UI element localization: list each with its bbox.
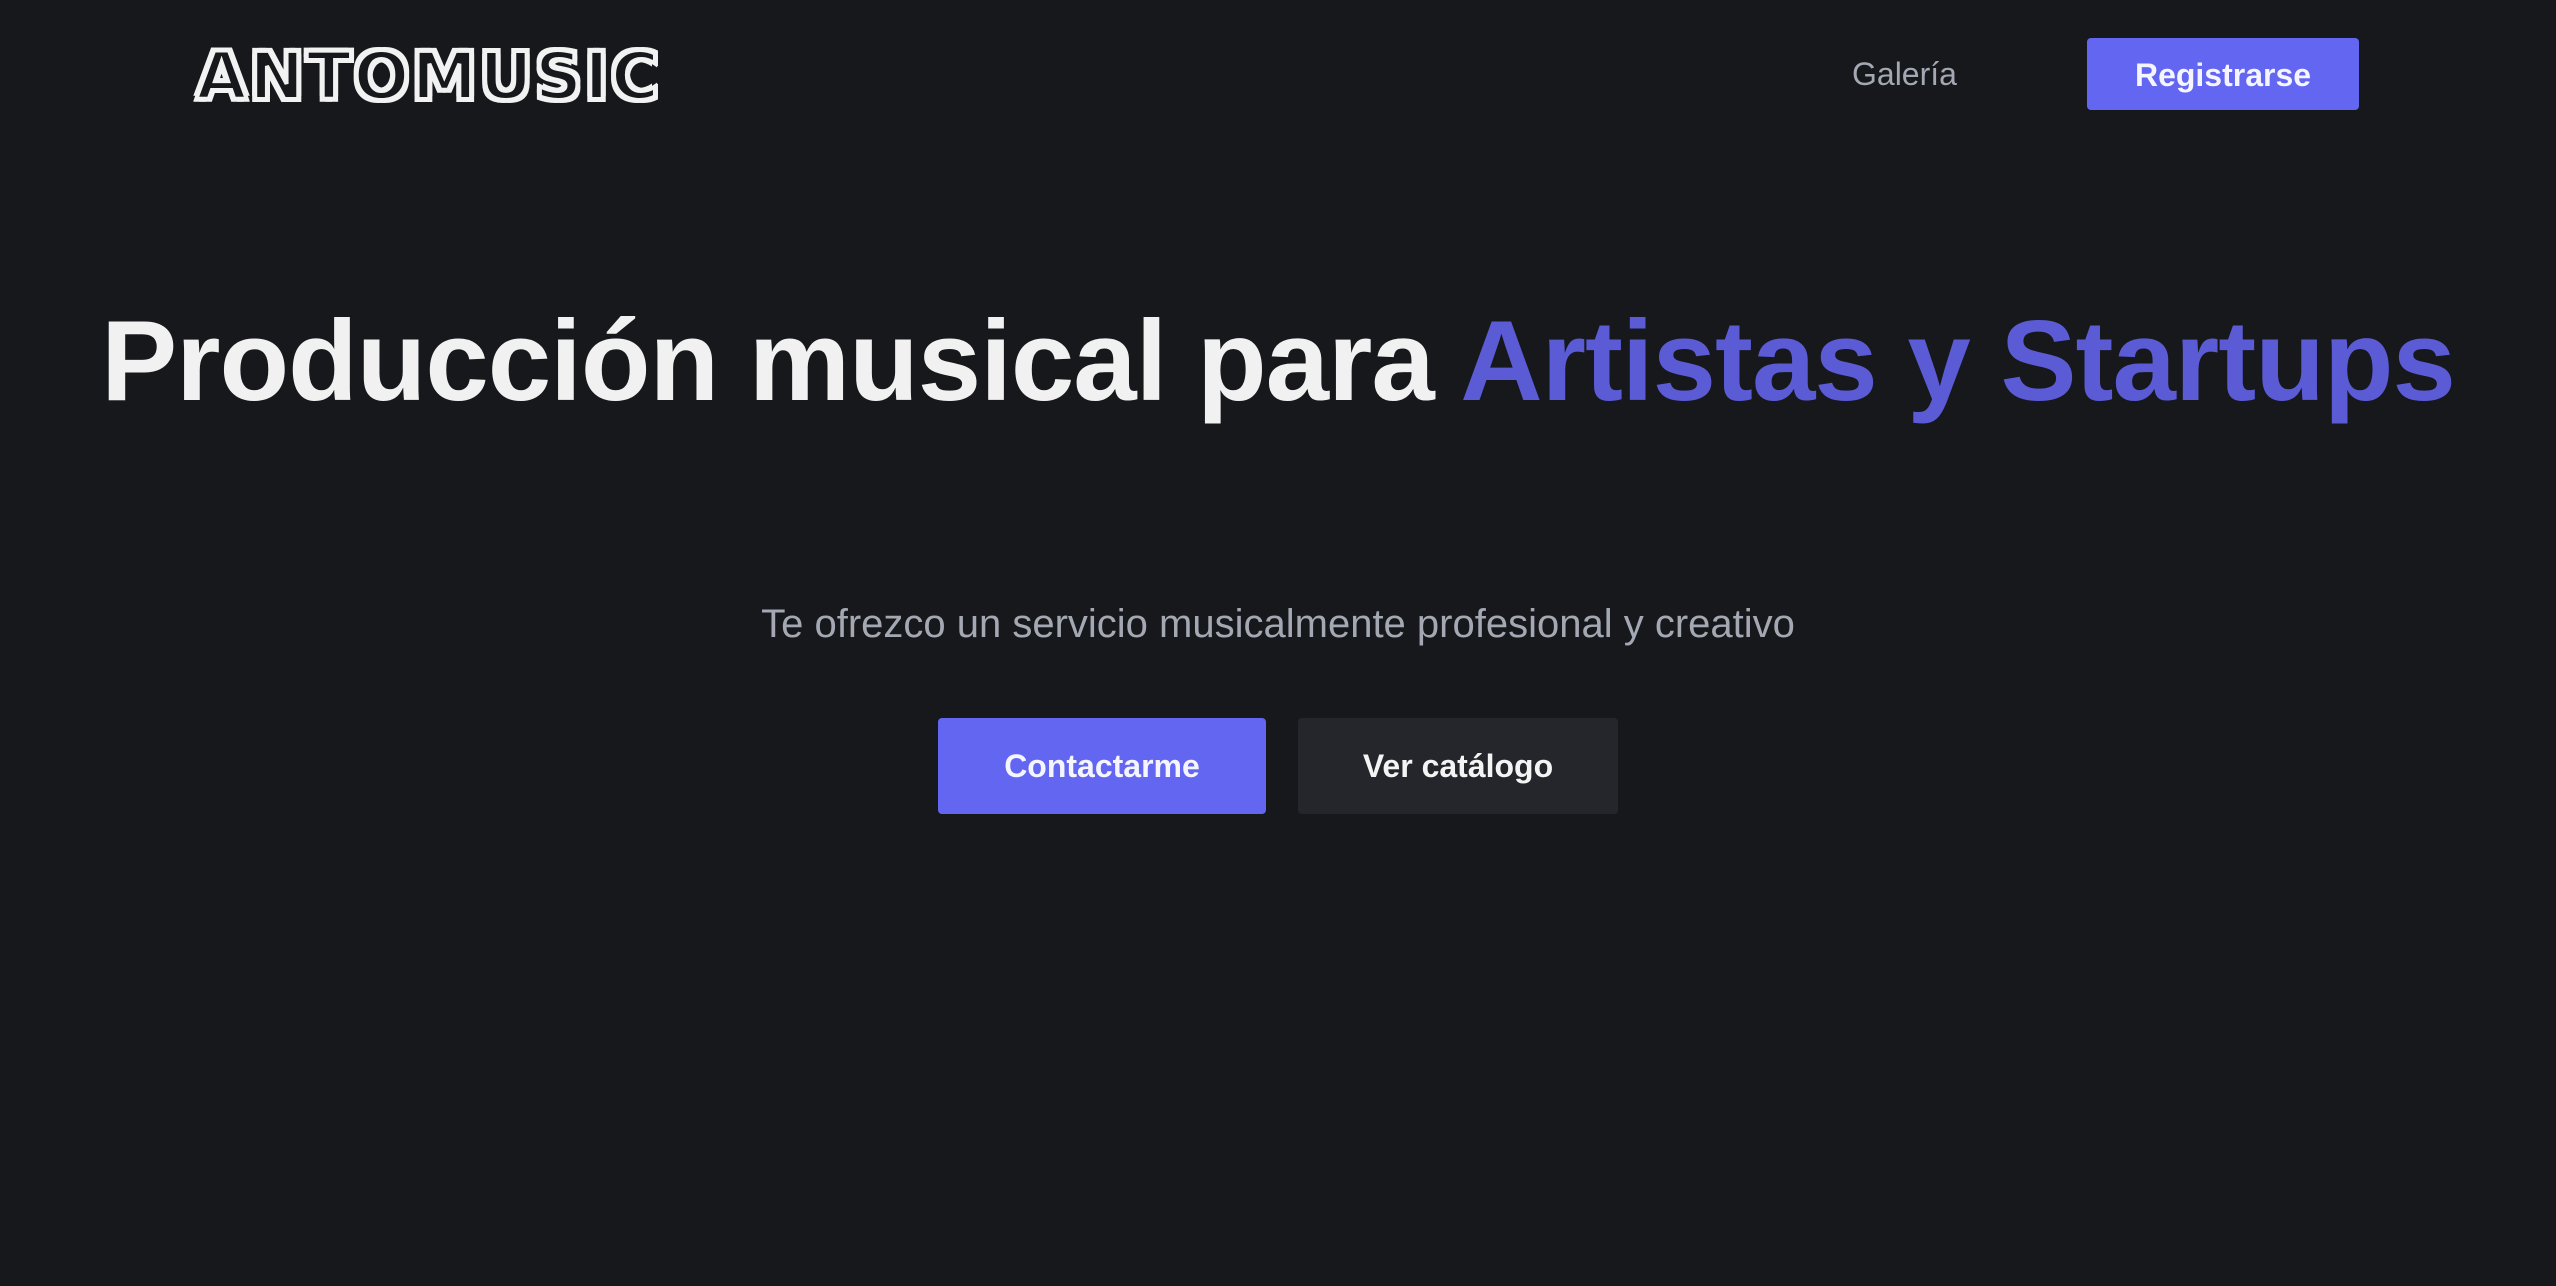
register-button[interactable]: Registrarse	[2087, 38, 2359, 110]
page: ANTOMUSIC Galería Registrarse Producción…	[0, 0, 2556, 1286]
site-logo[interactable]: ANTOMUSIC	[194, 40, 661, 114]
hero-subtitle: Te ofrezco un servicio musicalmente prof…	[761, 602, 1795, 646]
contact-button[interactable]: Contactarme	[938, 718, 1266, 814]
hero-actions: Contactarme Ver catálogo	[938, 718, 1618, 814]
hero-title-main: Producción musical para	[101, 298, 1461, 425]
nav-link-gallery[interactable]: Galería	[1852, 54, 1957, 94]
view-catalog-button[interactable]: Ver catálogo	[1298, 718, 1618, 814]
site-header: ANTOMUSIC Galería Registrarse	[0, 0, 2556, 150]
hero-title-accent: Artistas y Startups	[1460, 298, 2456, 425]
hero-title: Producción musical para Artistas y Start…	[0, 300, 2556, 424]
